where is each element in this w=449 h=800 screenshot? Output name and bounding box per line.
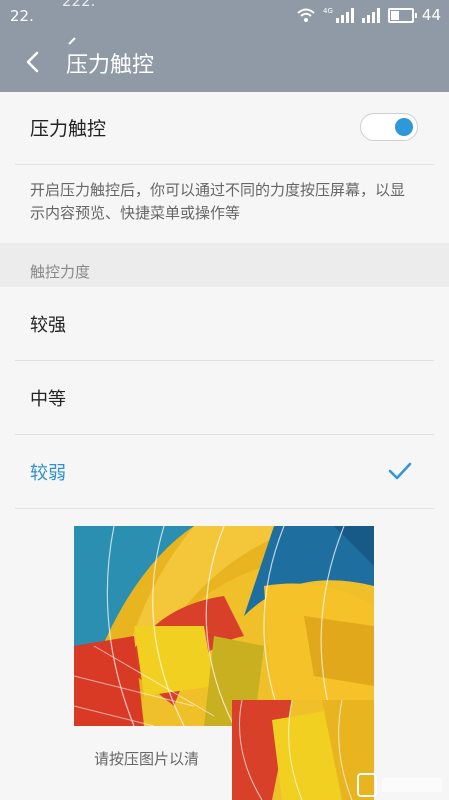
strength-section-header: 触控力度 [0, 243, 449, 287]
battery-icon [387, 7, 417, 23]
option-medium[interactable]: 中等 [15, 361, 434, 435]
status-time: 22. [10, 7, 34, 25]
option-strong[interactable]: 较强 [15, 287, 434, 361]
status-ghost-text: 222. [62, 0, 96, 10]
signal-icon [361, 7, 380, 23]
status-icons: 4G 44 [297, 6, 441, 24]
option-label: 较弱 [30, 463, 66, 484]
preview-hint-text: 请按压图片以 [94, 750, 185, 768]
toggle-knob [395, 118, 413, 136]
pressure-touch-toggle[interactable] [360, 113, 418, 141]
battery-fill [390, 10, 399, 20]
pressure-touch-label: 压力触控 [30, 118, 107, 140]
network-tag: 4G [323, 7, 333, 15]
pressure-touch-row[interactable]: 压力触控 [15, 92, 434, 165]
page-title: 压力触控 [66, 53, 155, 78]
watermark-logo [357, 773, 442, 797]
preview-image-fragment [232, 700, 374, 800]
title-bar: 压力触控 [0, 34, 449, 92]
preview-hint: 请按压图片以清 [94, 748, 199, 769]
option-weak[interactable]: 较弱 [15, 435, 434, 509]
pressure-touch-description: 开启压力触控后，你可以通过不同的力度按压屏幕，以显示内容预览、快捷菜单或操作等 [30, 181, 406, 222]
option-label: 中等 [30, 389, 66, 410]
option-label: 较强 [30, 315, 66, 336]
preview-image[interactable] [74, 526, 374, 726]
preview-hint-cut: 清 [184, 750, 200, 768]
signal-4g-icon: 4G [323, 7, 354, 23]
battery-percent: 44 [421, 6, 441, 24]
wifi-icon [297, 8, 315, 22]
status-bar: 22. 222. 4G 44 [0, 0, 449, 34]
check-icon [388, 462, 412, 480]
settings-content: 压力触控 开启压力触控后，你可以通过不同的力度按压屏幕，以显示内容预览、快捷菜单… [0, 92, 449, 509]
back-arrow-icon[interactable] [20, 48, 48, 76]
